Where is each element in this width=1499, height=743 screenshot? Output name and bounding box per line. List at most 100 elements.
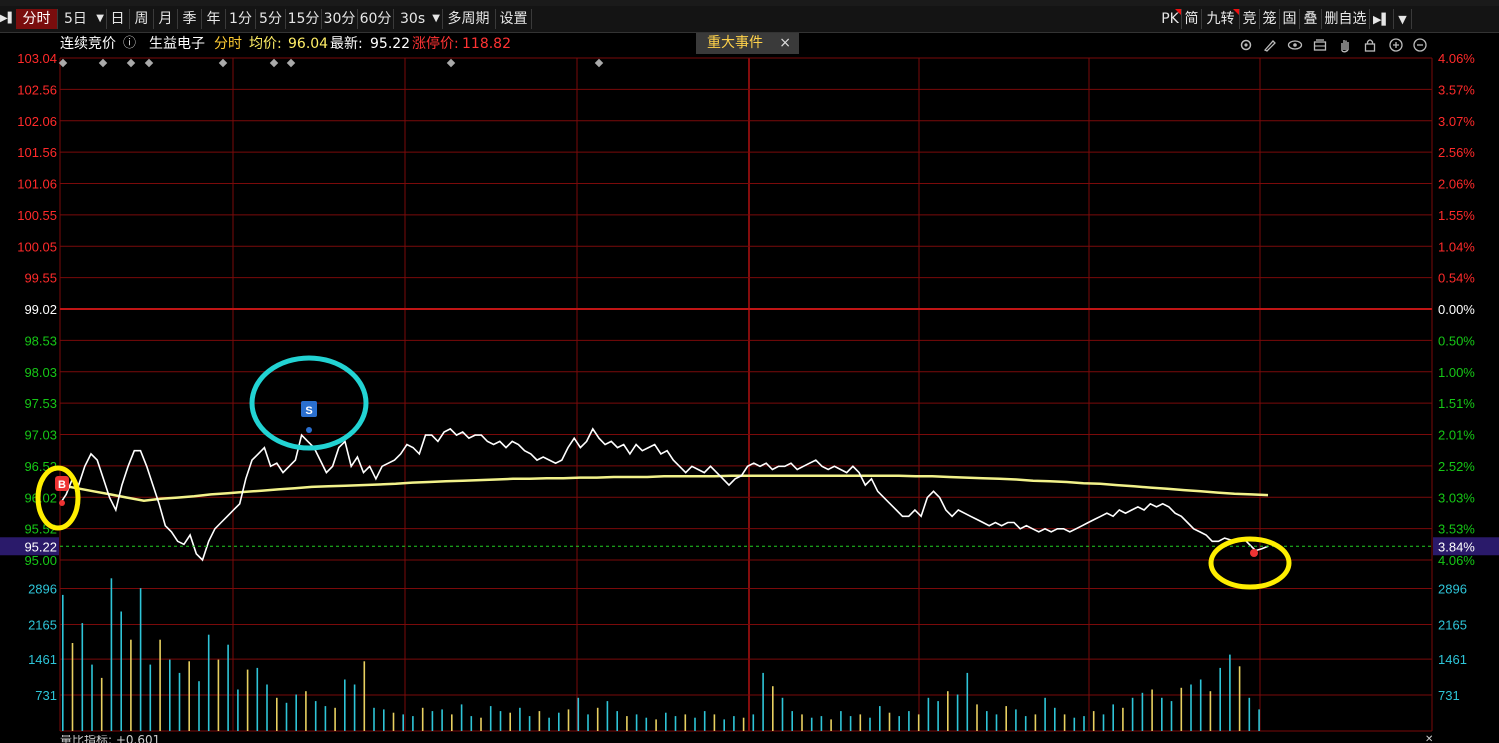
pct-axis-label: 4.06% bbox=[1438, 51, 1475, 66]
volume-axis-label: 2165 bbox=[28, 617, 57, 632]
pct-axis-label: 1.04% bbox=[1438, 239, 1475, 254]
volume-bar bbox=[703, 711, 706, 731]
volume-bar bbox=[295, 694, 297, 731]
volume-bar bbox=[178, 672, 181, 731]
volume-bar bbox=[324, 706, 327, 731]
volume-axis-label: 731 bbox=[1438, 688, 1460, 703]
volume-bar bbox=[1258, 709, 1260, 731]
pct-axis-label: 0.50% bbox=[1438, 333, 1475, 348]
sell-marker-label: S bbox=[305, 405, 312, 417]
volume-axis-label: 2165 bbox=[1438, 617, 1467, 632]
price-axis-label: 100.05 bbox=[17, 239, 57, 254]
pct-axis-label: 3.57% bbox=[1438, 82, 1475, 97]
volume-bar bbox=[1073, 717, 1076, 731]
volume-bar bbox=[120, 611, 122, 731]
intraday-chart[interactable]: 103.04 102.56 102.06 101.56 101.06 100.55 100.… bbox=[0, 0, 1499, 743]
volume-bar bbox=[392, 712, 395, 731]
volume-bar bbox=[538, 711, 541, 731]
volume-bar bbox=[314, 701, 317, 731]
volume-bar bbox=[1151, 689, 1153, 731]
volume-bar bbox=[830, 719, 832, 731]
volume-bar bbox=[713, 714, 716, 731]
volume-bar bbox=[519, 707, 521, 731]
price-axis-label: 97.53 bbox=[24, 396, 57, 411]
event-marker-icon bbox=[446, 58, 456, 68]
volume-bar bbox=[62, 594, 64, 731]
price-axis-label: 103.04 bbox=[17, 51, 57, 66]
pct-axis-label: 0.54% bbox=[1438, 271, 1475, 286]
event-marker-icon bbox=[594, 58, 604, 68]
volume-bar bbox=[100, 677, 103, 731]
collapse-icon: ✕ bbox=[1425, 734, 1433, 743]
volume-bar bbox=[781, 697, 784, 731]
volume-bar bbox=[528, 716, 531, 731]
volume-bar bbox=[489, 706, 492, 731]
volume-bar bbox=[791, 711, 793, 731]
volume-bar bbox=[353, 684, 356, 731]
volume-bar bbox=[1219, 667, 1221, 731]
volume-bar bbox=[995, 714, 998, 731]
volume-bar bbox=[509, 712, 511, 731]
event-marker-icon bbox=[144, 58, 154, 68]
pct-axis-label: 0.00% bbox=[1438, 302, 1475, 317]
price-axis-label: 101.56 bbox=[17, 145, 57, 160]
volume-bar bbox=[130, 639, 132, 731]
volume-bar bbox=[237, 689, 239, 731]
volume-ratio-indicator: 量比指标: +0.601 bbox=[60, 735, 161, 743]
volume-bar bbox=[762, 672, 764, 731]
price-line bbox=[59, 427, 1269, 562]
sell-point-2 bbox=[1250, 549, 1258, 557]
volume-bar bbox=[1044, 697, 1046, 731]
volume-bar bbox=[139, 588, 142, 731]
price-axis-label: 102.06 bbox=[17, 114, 57, 129]
volume-bar bbox=[383, 709, 385, 731]
volume-bar bbox=[363, 661, 366, 731]
volume-bar bbox=[285, 702, 288, 731]
volume-bar bbox=[149, 664, 152, 731]
pct-axis-label: 2.56% bbox=[1438, 145, 1475, 160]
volume-bar bbox=[1238, 666, 1241, 731]
pct-axis-label: 1.51% bbox=[1438, 396, 1475, 411]
pct-axis-label: 2.06% bbox=[1438, 177, 1475, 192]
volume-bar bbox=[947, 691, 949, 731]
volume-bar bbox=[71, 643, 74, 731]
volume-bar bbox=[655, 719, 657, 731]
event-marker-icon bbox=[286, 58, 296, 68]
volume-bar bbox=[159, 639, 161, 731]
price-axis-label: 102.56 bbox=[17, 82, 57, 97]
volume-bar bbox=[665, 712, 667, 731]
volume-bar bbox=[1083, 716, 1085, 731]
price-axis-label: 99.55 bbox=[24, 271, 57, 286]
event-marker-icon bbox=[98, 58, 108, 68]
volume-bar bbox=[217, 659, 220, 731]
volume-bar bbox=[1161, 697, 1163, 731]
volume-bar bbox=[1024, 716, 1027, 731]
price-axis-label: 98.53 bbox=[24, 333, 57, 348]
volume-bar bbox=[110, 578, 113, 731]
volume-bar bbox=[188, 661, 190, 731]
volume-bar bbox=[402, 714, 404, 731]
volume-bar bbox=[276, 697, 278, 731]
volume-axis-label: 1461 bbox=[28, 652, 57, 667]
volume-bar bbox=[635, 714, 638, 731]
pct-axis-label: 2.01% bbox=[1438, 428, 1475, 443]
volume-bar bbox=[840, 711, 842, 731]
volume-bar bbox=[752, 714, 755, 731]
volume-bar bbox=[198, 681, 200, 731]
volume-axis-label: 731 bbox=[35, 688, 57, 703]
buy-point bbox=[59, 500, 65, 506]
volume-bar bbox=[480, 717, 482, 731]
volume-bar bbox=[558, 712, 560, 731]
volume-bar bbox=[334, 707, 336, 731]
volume-bar bbox=[1190, 684, 1192, 731]
volume-bar bbox=[1170, 701, 1173, 731]
volume-bar bbox=[451, 714, 453, 731]
volume-axis-label: 2896 bbox=[1438, 582, 1467, 597]
volume-bar bbox=[1112, 704, 1114, 731]
volume-bar bbox=[91, 664, 93, 731]
volume-bar bbox=[499, 711, 502, 731]
volume-bar bbox=[626, 716, 628, 731]
volume-bar bbox=[1063, 714, 1066, 731]
volume-bar bbox=[810, 717, 813, 731]
pct-axis-label: 1.00% bbox=[1438, 365, 1475, 380]
